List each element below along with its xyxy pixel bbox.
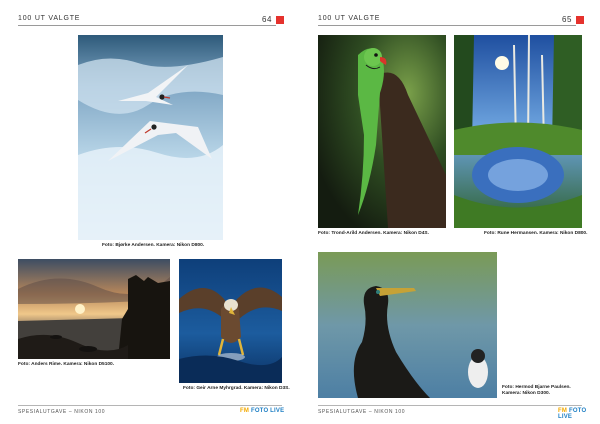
footer-text: SPESIALUTGAVE – NIKON 100 (18, 409, 106, 415)
page-marker (576, 16, 584, 24)
left-page: 100 UT VALGTE 64 Foto: Bjørke Andersen. … (0, 0, 300, 424)
caption-terns: Foto: Bjørke Andersen. Kamera: Nikon D80… (102, 243, 205, 248)
logo-part2: FOTO LIVE (250, 408, 285, 414)
header-rule (318, 25, 576, 26)
photo-sea-eagle (179, 259, 282, 383)
page-marker (276, 16, 284, 24)
photo-sunset-coast (18, 259, 170, 359)
right-page: 100 UT VALGTE 65 Foto: Trond-Arild Ander… (300, 0, 600, 424)
footer-rule (18, 405, 282, 406)
caption-eagle: Foto: Geir Arne Myhrgrad. Kamera: Nikon … (183, 386, 290, 391)
photo-arctic-terns (78, 35, 223, 240)
header-rule (18, 25, 276, 26)
footer-text: SPESIALUTGAVE – NIKON 100 (318, 409, 406, 415)
caption-forest: Foto: Rune Hermansen. Kamera: Nikon D800… (484, 231, 588, 236)
page-number: 64 (262, 15, 272, 24)
caption-cormorant-line2: Kamera: Nikon D300. (502, 391, 550, 397)
photo-forest-reflection (454, 35, 582, 228)
header-title: 100 UT VALGTE (318, 15, 381, 22)
photo-parakeet (318, 35, 446, 228)
photo-cormorant (318, 252, 497, 398)
caption-parakeet: Foto: Trond-Arild Andersen. Kamera: Niko… (318, 231, 429, 236)
caption-cormorant: Foto: Hermod Bjarne Paulsen. Kamera: Nik… (502, 385, 571, 398)
footer-logo: FM FOTO LIVE (240, 408, 284, 414)
footer-logo: FM FOTO LIVE (558, 408, 600, 420)
logo-part1: FM (240, 408, 250, 414)
footer-rule (318, 405, 582, 406)
caption-sunset: Foto: Anders Rime. Kamera: Nikon D5100. (18, 362, 115, 367)
header-title: 100 UT VALGTE (18, 15, 81, 22)
page-number: 65 (562, 15, 572, 24)
